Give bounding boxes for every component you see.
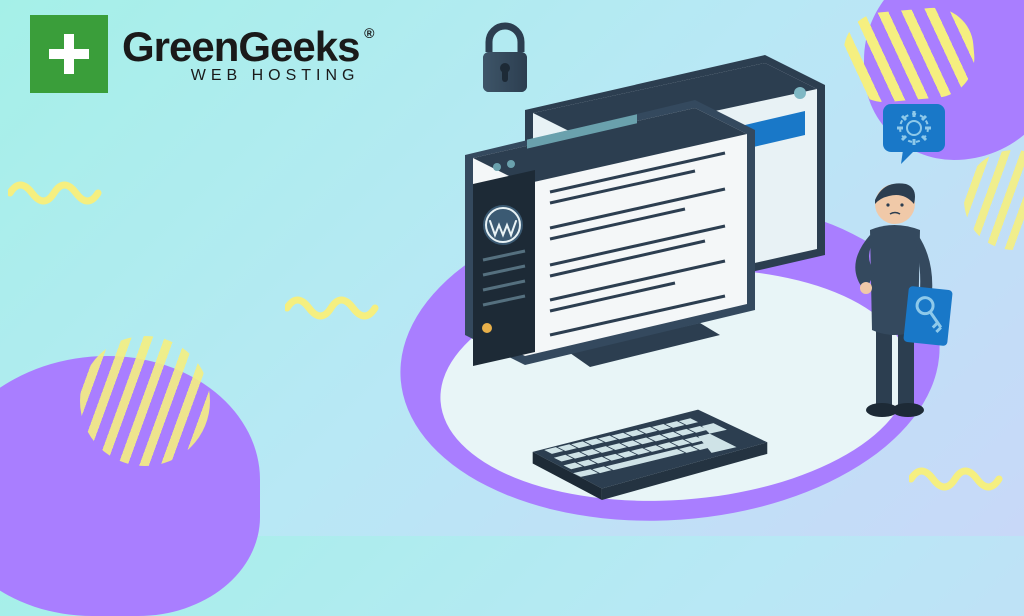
background-stripes-top-right [840, 5, 977, 106]
isometric-monitors [435, 45, 835, 395]
brand-logo: GreenGeeks® WEB HOSTING [30, 15, 360, 93]
registered-mark: ® [364, 25, 373, 41]
gear-speech-bubble [879, 100, 949, 170]
person-illustration [834, 170, 954, 430]
logo-brand-name: GreenGeeks® [122, 23, 360, 71]
key-card-icon [903, 286, 953, 346]
squiggle-decoration [8, 175, 108, 205]
logo-mark-plus-icon [30, 15, 108, 93]
background-stripe-circle-left [80, 336, 210, 466]
isometric-keyboard [525, 400, 775, 510]
